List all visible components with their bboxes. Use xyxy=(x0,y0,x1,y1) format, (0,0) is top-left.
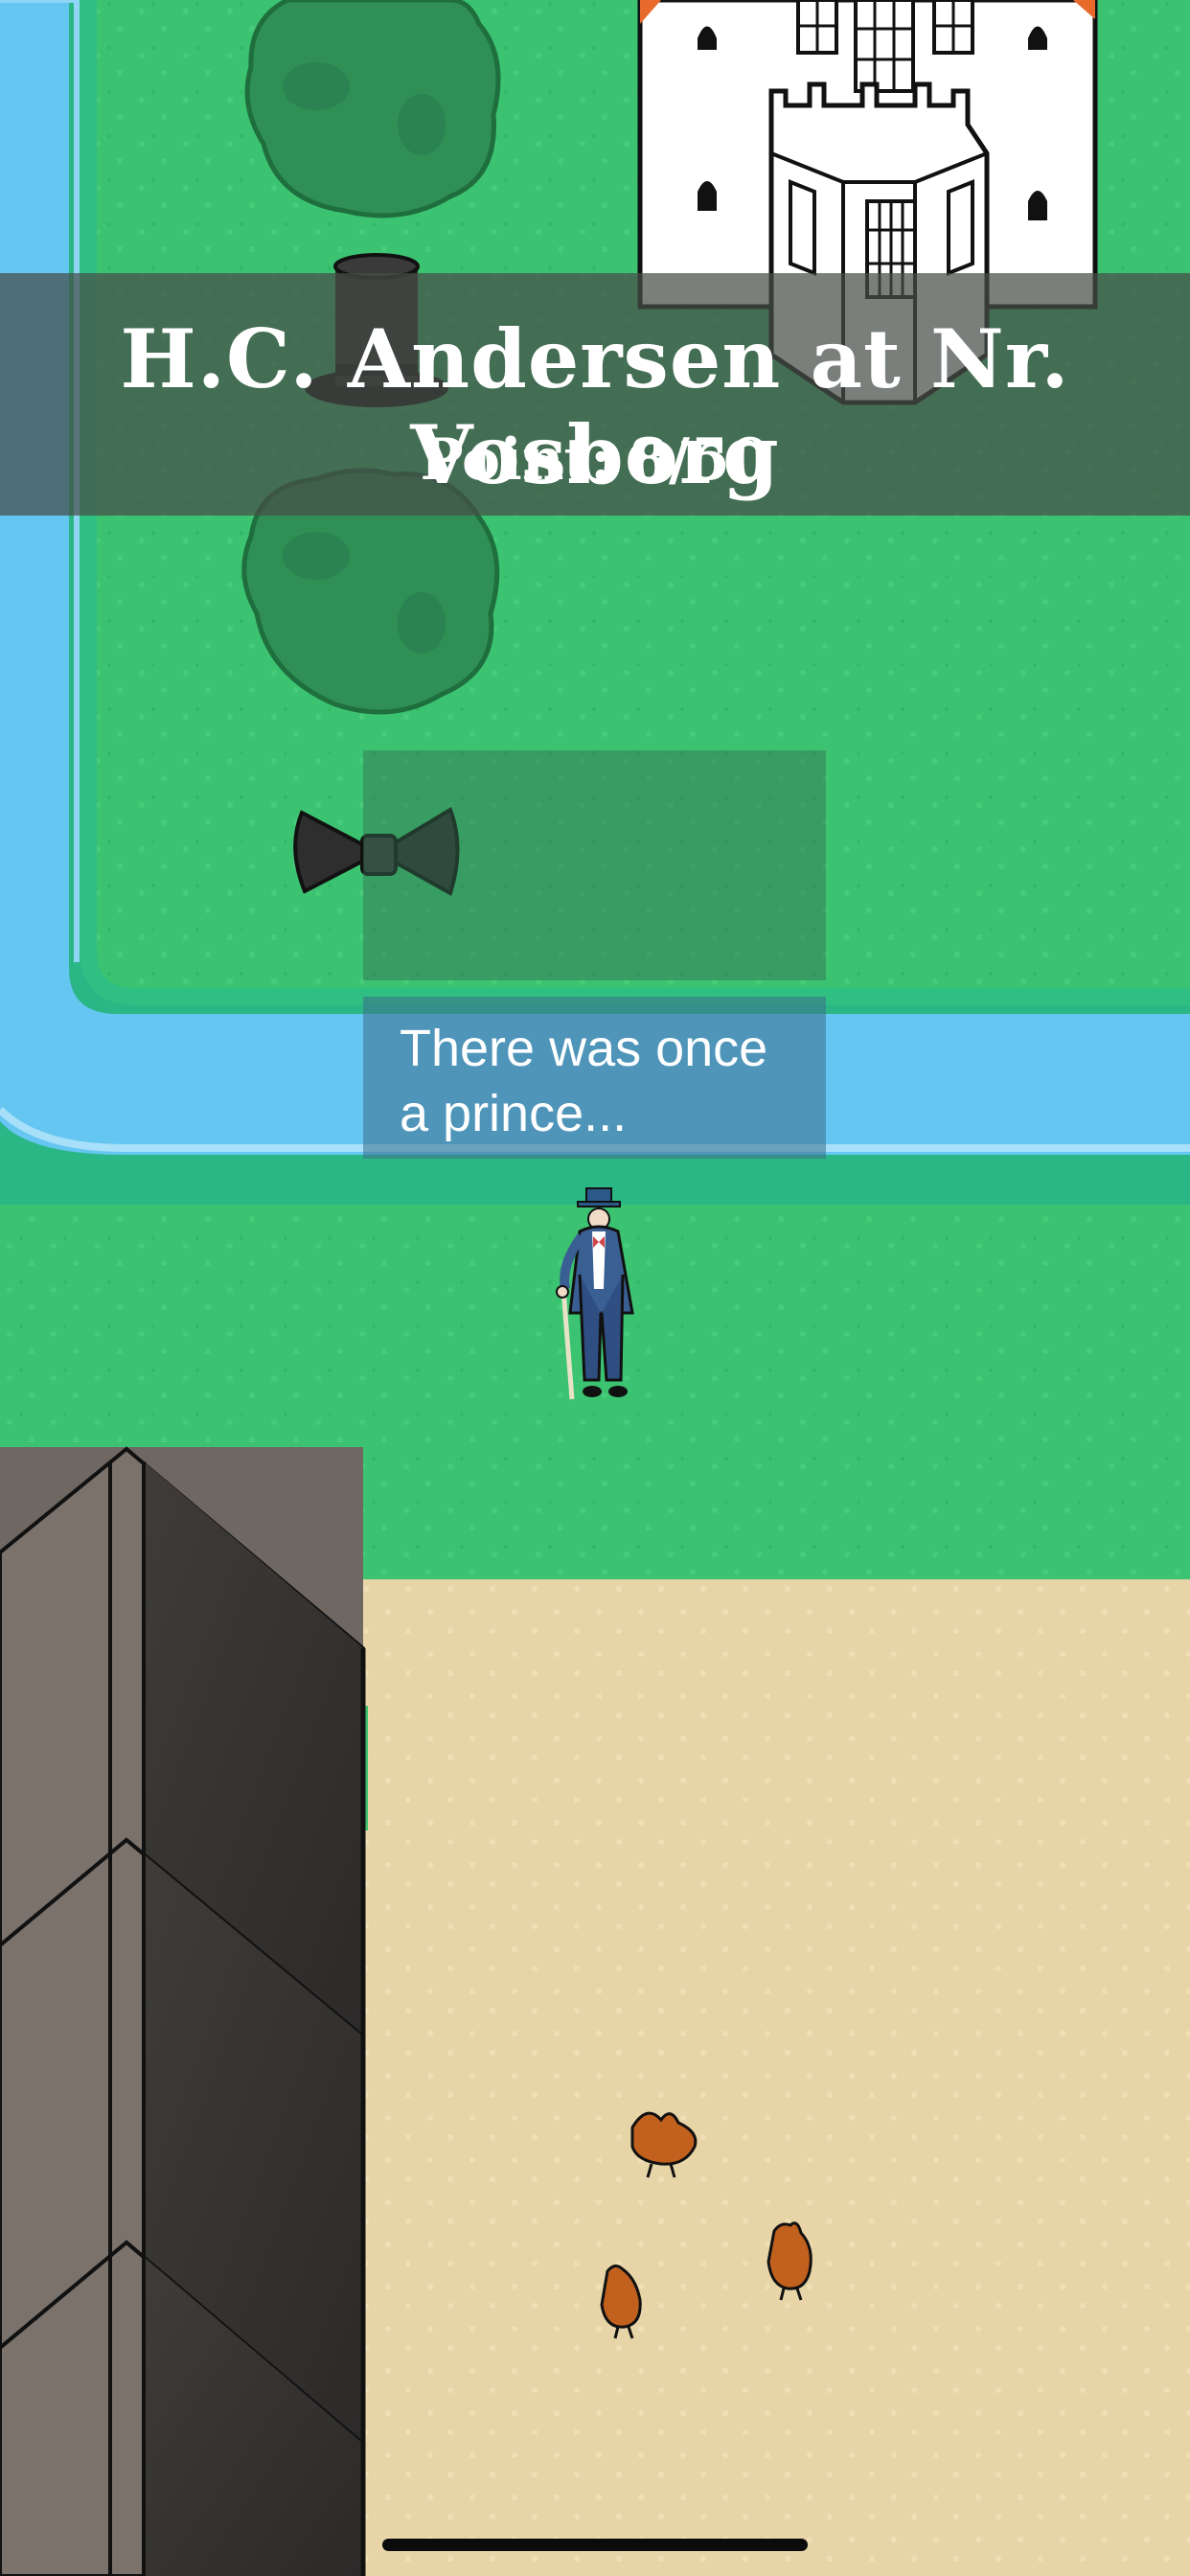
dialog-line-1: There was once xyxy=(400,1020,768,1077)
score-label: Point: xyxy=(420,426,612,494)
dialog-box[interactable]: There was once a prince... xyxy=(363,997,826,1159)
score-value: 8/50 xyxy=(629,426,770,494)
dialog-line-2: a prince... xyxy=(400,1085,628,1142)
score-display: Point: 8/50 xyxy=(0,426,1190,494)
hud-banner: H.C. Andersen at Nr. Vosborg Point: 8/50 xyxy=(0,273,1190,516)
dialog-text: There was once a prince... xyxy=(400,1016,812,1146)
bush xyxy=(244,0,501,218)
dialog-overlay xyxy=(363,750,826,980)
home-indicator[interactable] xyxy=(382,2539,808,2551)
farm-building-roof xyxy=(0,1446,366,2576)
